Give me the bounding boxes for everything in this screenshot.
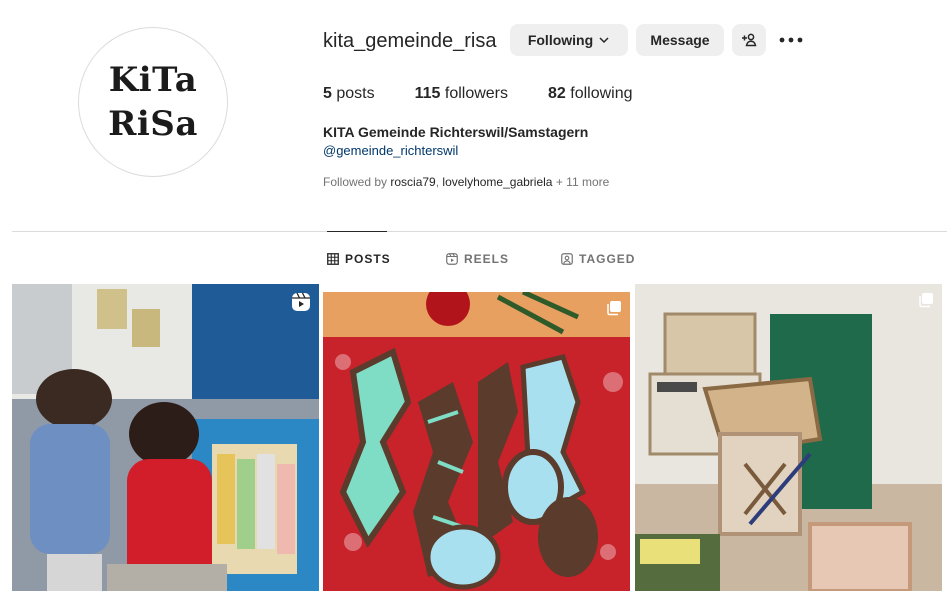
profile-stats: 5 posts 115 followers 82 following	[323, 85, 673, 103]
linked-profile-link[interactable]: @gemeinde_richterswil	[323, 143, 458, 158]
followers-count: 115	[414, 85, 441, 102]
post-image-cookies	[323, 292, 630, 591]
active-tab-indicator	[327, 231, 387, 232]
tab-tagged[interactable]: TAGGED	[561, 252, 635, 266]
message-label: Message	[650, 32, 710, 48]
followed-by-user[interactable]: lovelyhome_gabriela	[442, 175, 552, 189]
followed-by-text[interactable]: Followed by roscia79, lovelyhome_gabriel…	[323, 175, 609, 189]
add-user-icon	[742, 33, 757, 47]
followers-stat[interactable]: 115 followers	[415, 85, 508, 103]
following-button[interactable]: Following	[510, 24, 628, 56]
post-type-badge	[606, 300, 622, 316]
tab-posts-label: POSTS	[345, 252, 391, 266]
tagged-icon	[561, 253, 573, 265]
reel-icon	[292, 292, 310, 311]
grid-icon	[327, 253, 339, 265]
carousel-icon	[919, 293, 933, 308]
followed-by-more: + 11 more	[555, 175, 610, 189]
tab-posts[interactable]: POSTS	[327, 252, 391, 266]
followed-by-user[interactable]: roscia79	[390, 175, 435, 189]
tab-reels-label: REELS	[464, 252, 510, 266]
post-tile[interactable]	[323, 292, 630, 591]
post-type-badge	[918, 292, 934, 308]
post-image-children-books	[12, 284, 319, 591]
following-stat[interactable]: 82 following	[548, 85, 633, 103]
post-tile[interactable]	[12, 284, 319, 591]
reels-icon	[446, 253, 458, 265]
posts-label: posts	[336, 85, 375, 102]
posts-stat: 5 posts	[323, 85, 375, 103]
carousel-icon	[607, 301, 621, 316]
message-button[interactable]: Message	[636, 24, 724, 56]
profile-avatar[interactable]: KiTa RiSa	[78, 27, 228, 177]
logo-line-1: KiTa	[108, 60, 198, 100]
tabs-divider	[12, 231, 947, 232]
tab-tagged-label: TAGGED	[579, 252, 636, 266]
posts-count: 5	[323, 85, 332, 102]
more-options-button[interactable]	[778, 30, 804, 50]
following-label: Following	[527, 32, 594, 48]
logo-line-2: RiSa	[108, 104, 198, 144]
chevron-down-icon	[599, 37, 609, 44]
following-count: 82	[548, 85, 566, 102]
post-tile[interactable]	[635, 284, 942, 591]
post-type-badge	[291, 292, 311, 312]
post-image-play-kitchen	[635, 284, 942, 591]
followers-label: followers	[444, 85, 509, 102]
more-options-icon	[779, 37, 803, 43]
followed-by-prefix: Followed by	[323, 175, 388, 189]
following-stat-label: following	[570, 85, 633, 102]
kita-risa-logo: KiTa RiSa	[108, 58, 198, 146]
tab-reels[interactable]: REELS	[446, 252, 509, 266]
profile-username: kita_gemeinde_risa	[323, 30, 497, 52]
add-user-button[interactable]	[732, 24, 766, 56]
profile-full-name: KITA Gemeinde Richterswil/Samstagern	[323, 124, 589, 140]
